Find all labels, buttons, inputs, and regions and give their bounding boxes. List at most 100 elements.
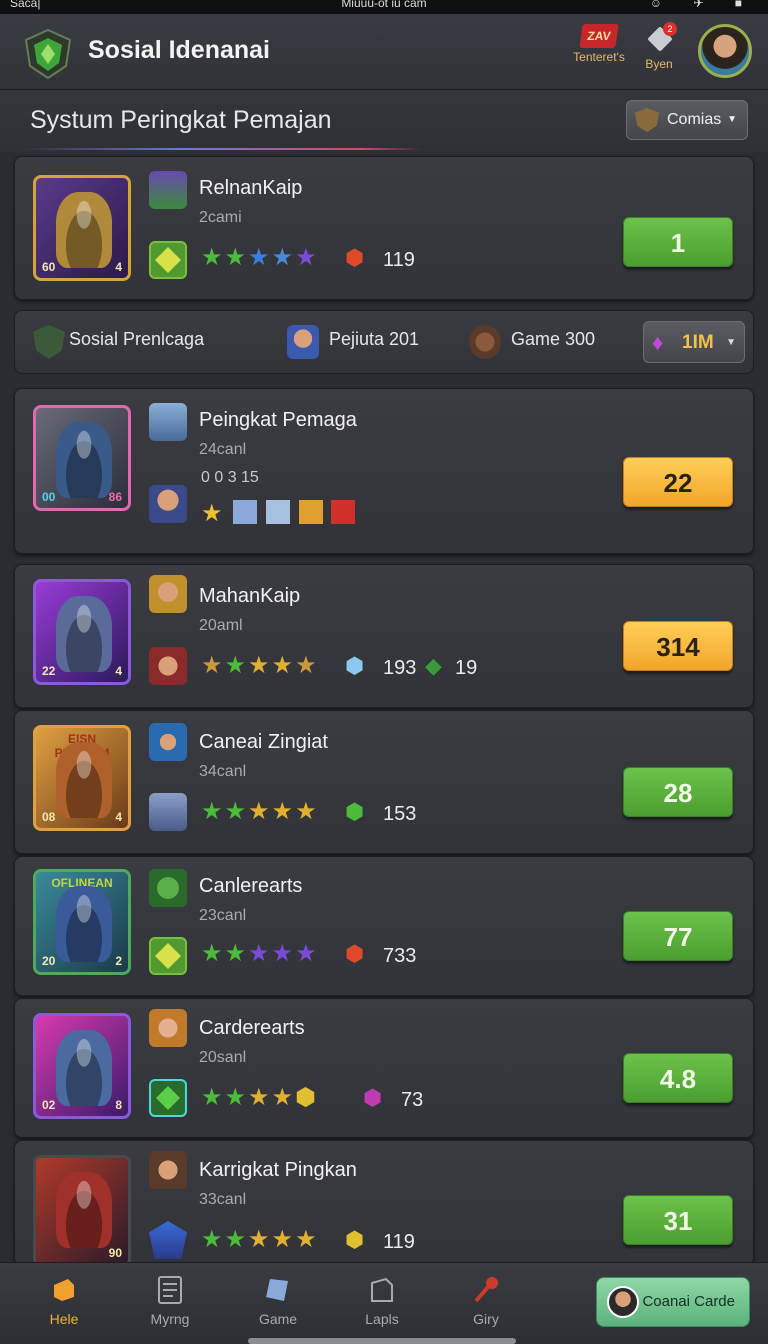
rank-badge[interactable]: 4.8 bbox=[623, 1053, 733, 1103]
tenterets-label: Tenteret's bbox=[573, 50, 625, 64]
diamond-badge-icon bbox=[149, 1079, 187, 1117]
category-dropdown-value: Comias bbox=[667, 111, 722, 128]
hero-class-icon bbox=[149, 723, 187, 761]
gem-icon: ⬢ bbox=[345, 653, 365, 678]
status-right: ☺ ✈ ■ bbox=[649, 0, 756, 10]
key-icon bbox=[474, 1277, 498, 1303]
star-icon: ★ bbox=[248, 652, 272, 679]
star-rating: ★★★★★ bbox=[201, 243, 319, 272]
gem-icon: ⬢ bbox=[345, 799, 365, 824]
leaderboard-entry[interactable]: 90 Karrigkat Pingkan 33canl ★★★★★ ⬢ 119 … bbox=[14, 1140, 754, 1267]
star-rating: ★★★★⬢ bbox=[201, 1083, 318, 1112]
player-score: 73 bbox=[401, 1089, 424, 1111]
shield-icon bbox=[635, 108, 659, 132]
hero-portrait: 22 4 bbox=[33, 579, 131, 685]
star-icon: ★ bbox=[295, 798, 319, 825]
item-icon bbox=[233, 500, 258, 524]
currency-dropdown[interactable]: ♦ 1IM ▼ bbox=[643, 321, 745, 363]
hero-avatar-icon bbox=[149, 647, 187, 685]
player-name: Caneai Zingiat bbox=[199, 731, 328, 753]
hero-class-icon bbox=[149, 575, 187, 613]
hero-portrait: 90 bbox=[33, 1155, 131, 1267]
leaderboard-entry[interactable]: 02 8 Carderearts 20sanl ★★★★⬢ ⬢ 73 4.8 bbox=[14, 998, 754, 1138]
leaderboard-entry[interactable]: 00 86 Peingkat Pemaga 24canl 0 0 3 15 ★ … bbox=[14, 388, 754, 554]
nav-game[interactable]: Game bbox=[238, 1275, 318, 1327]
hero-class-icon bbox=[149, 1009, 187, 1047]
star-rating: ★★★★★ bbox=[201, 797, 319, 826]
leaderboard-entry[interactable]: 60 4 RelnanKaip 2cami ★★★★★ ⬢ 119 1 bbox=[14, 156, 754, 300]
item-icon bbox=[298, 500, 323, 524]
byen-label: Byen bbox=[645, 57, 673, 71]
star-rating: ★★★★★ bbox=[201, 939, 319, 968]
gem-icon: ⬢ bbox=[345, 245, 365, 270]
player-score-2: 19 bbox=[455, 657, 478, 679]
item-icon bbox=[265, 500, 290, 524]
rank-badge[interactable]: 31 bbox=[623, 1195, 733, 1245]
hero-avatar-icon bbox=[149, 485, 187, 523]
star-icon: ★ bbox=[201, 798, 225, 825]
player-name: MahanKaip bbox=[199, 585, 301, 607]
star-icon: ★ bbox=[271, 940, 296, 967]
gem-icon: ♦ bbox=[652, 330, 664, 355]
coanai-carde-button[interactable]: Coanai Carde bbox=[596, 1277, 750, 1327]
rank-badge[interactable]: 314 bbox=[623, 621, 733, 671]
star-icon: ★ bbox=[201, 244, 225, 271]
nav-lapls[interactable]: Lapls bbox=[342, 1275, 422, 1327]
star-icon: ★ bbox=[224, 798, 249, 825]
category-dropdown[interactable]: Comias ▼ bbox=[626, 100, 748, 140]
nav-giry[interactable]: Giry bbox=[446, 1275, 526, 1327]
hero-class-icon bbox=[149, 869, 187, 907]
wheel-icon bbox=[469, 325, 501, 359]
leaderboard-entry[interactable]: OFLINEAN 20 2 Canlerearts 23canl ★★★★★ ⬢… bbox=[14, 856, 754, 996]
player-sub: 20aml bbox=[199, 617, 243, 634]
star-icon: ★ bbox=[248, 1226, 272, 1253]
gem-icon: ⬢ bbox=[345, 1227, 365, 1252]
avatar bbox=[607, 1286, 639, 1318]
shield-icon bbox=[33, 325, 65, 359]
list-icon bbox=[158, 1276, 182, 1304]
currency-value: 1IM bbox=[682, 332, 714, 353]
star-icon: ★ bbox=[295, 652, 319, 679]
game-icon bbox=[266, 1279, 288, 1301]
tag-icon: ZAV bbox=[579, 24, 619, 48]
tenterets-button[interactable]: ZAV Tenteret's bbox=[568, 24, 630, 64]
rank-badge[interactable]: 28 bbox=[623, 767, 733, 817]
star-icon: ★ bbox=[271, 1226, 296, 1253]
player-sub: 23canl bbox=[199, 907, 247, 924]
leaderboard-entry[interactable]: EISN PEEIHAM 08 4 Caneai Zingiat 34canl … bbox=[14, 710, 754, 854]
star-icon: ★ bbox=[248, 244, 272, 271]
rank-badge[interactable]: 22 bbox=[623, 457, 733, 507]
byen-button[interactable]: 2 Byen bbox=[636, 22, 682, 71]
player-name: RelnanKaip bbox=[199, 177, 303, 199]
star-icon: ★ bbox=[224, 1084, 249, 1111]
star-icon: ★ bbox=[271, 798, 296, 825]
player-name: Karrigkat Pingkan bbox=[199, 1159, 357, 1181]
cube-icon: 2 bbox=[645, 22, 677, 52]
filter-social[interactable]: Sosial Prenlcaga bbox=[69, 329, 204, 350]
page-title: Systum Peringkat Pemajan bbox=[30, 106, 332, 134]
avatar[interactable] bbox=[698, 24, 752, 78]
app-title: Sosial Idenanai bbox=[88, 36, 271, 64]
filter-game[interactable]: Game 300 bbox=[511, 329, 595, 350]
player-score: 153 bbox=[383, 803, 417, 825]
star-icon: ★ bbox=[224, 652, 249, 679]
star-icon: ★ bbox=[201, 1084, 225, 1111]
shield-logo-icon bbox=[24, 28, 72, 80]
home-indicator bbox=[248, 1338, 516, 1344]
helmet-icon bbox=[149, 793, 187, 831]
rank-badge[interactable]: 1 bbox=[623, 217, 733, 267]
player-name: Carderearts bbox=[199, 1017, 305, 1039]
star-icon: ★ bbox=[295, 940, 319, 967]
gem-icon: ⬢ bbox=[345, 941, 365, 966]
player-stats: 0 0 3 15 bbox=[201, 469, 259, 486]
status-bar: Saca| Miuuu-ot iu cam ☺ ✈ ■ bbox=[0, 0, 768, 14]
star-icon: ★ bbox=[201, 652, 225, 679]
star-icon: ★ bbox=[201, 1226, 225, 1253]
star-icon: ★ bbox=[271, 652, 296, 679]
nav-myrng[interactable]: Myrng bbox=[130, 1275, 210, 1327]
filter-pejiuta[interactable]: Pejiuta 201 bbox=[329, 329, 419, 350]
leaderboard-entry[interactable]: 22 4 MahanKaip 20aml ★★★★★ ⬢ 193 ◆ 19 31… bbox=[14, 564, 754, 708]
rank-badge[interactable]: 77 bbox=[623, 911, 733, 961]
nav-home[interactable]: Hele bbox=[24, 1275, 104, 1327]
gem-icon: ◆ bbox=[425, 653, 442, 678]
